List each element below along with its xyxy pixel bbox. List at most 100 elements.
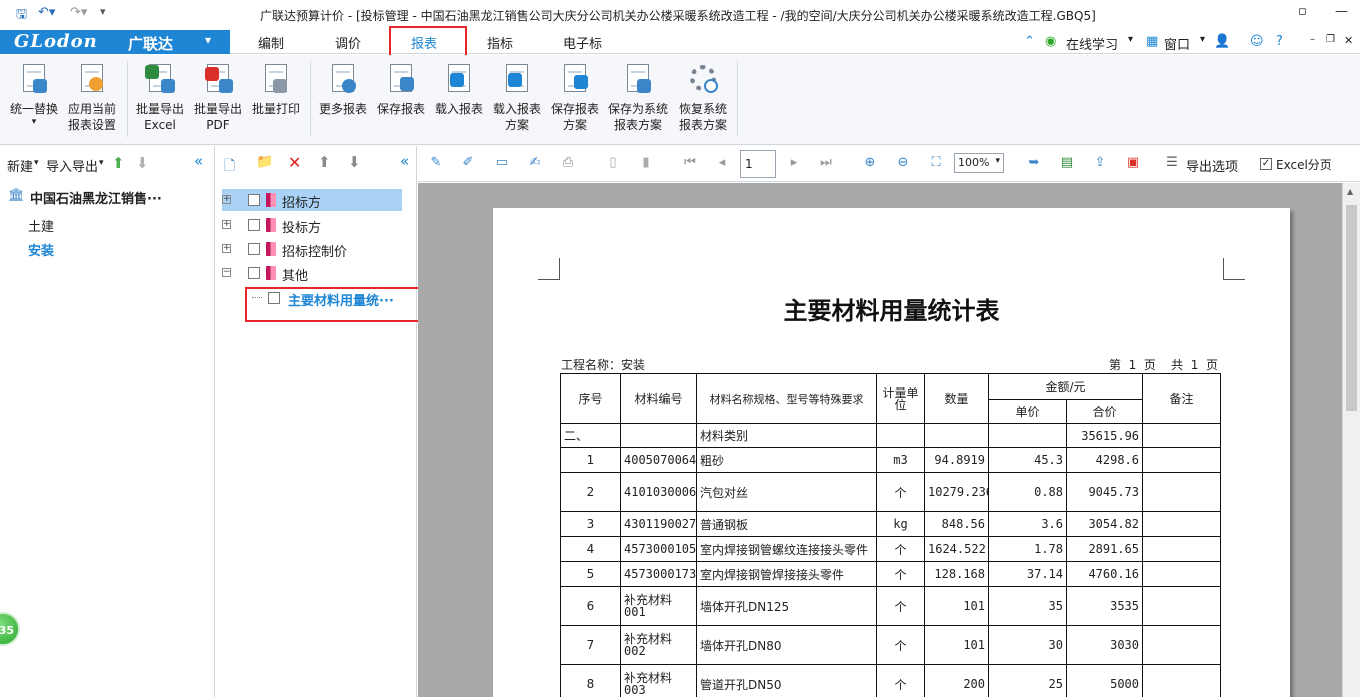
save-report-scheme-button[interactable]: 保存报表 方案 — [545, 63, 605, 133]
node-label: 其他 — [282, 269, 309, 284]
checkbox[interactable] — [248, 267, 260, 279]
ribbon-restore-icon[interactable]: ❐ — [1326, 34, 1335, 45]
restore-system-scheme-button[interactable]: 恢复系统 报表方案 — [673, 63, 733, 133]
move-down-icon[interactable]: ⬇ — [348, 153, 361, 171]
save-report-button[interactable]: 保存报表 — [371, 63, 431, 117]
move-up-icon[interactable]: ⬆ — [318, 153, 331, 171]
first-page-icon[interactable]: ⏮ — [682, 155, 698, 171]
table-cell: 个 — [876, 472, 925, 512]
batch-export-excel-button[interactable]: 批量导出 Excel — [130, 63, 190, 133]
new-folder-icon[interactable]: 📁 — [256, 154, 273, 170]
vertical-scrollbar[interactable]: ▲ — [1342, 183, 1360, 697]
next-page-icon[interactable]: ▸ — [786, 155, 802, 171]
window-menu[interactable]: 窗口 — [1164, 34, 1190, 53]
load-report-scheme-button[interactable]: 载入报表 方案 — [487, 63, 547, 133]
new-button[interactable]: 新建 — [7, 156, 33, 175]
button-label: 保存为系统 — [607, 102, 668, 116]
edit-report-icon[interactable]: ✎ — [428, 155, 444, 171]
collapse-icon[interactable]: − — [222, 268, 231, 277]
apply-current-report-settings-button[interactable]: 应用当前 报表设置 — [62, 63, 122, 133]
assistant-icon[interactable]: ☺ — [1250, 34, 1264, 49]
customize-quick-access-icon[interactable]: ▾ — [100, 5, 106, 18]
page-setup-icon[interactable]: ▭ — [494, 155, 510, 171]
table-cell: 4298.6 — [1065, 447, 1144, 473]
delete-icon[interactable]: ✕ — [288, 153, 301, 172]
collapse-ribbon-icon[interactable]: ⌃ — [1024, 34, 1035, 49]
scroll-up-icon[interactable]: ▲ — [1347, 187, 1353, 196]
help-button[interactable]: ? — [1276, 34, 1283, 49]
move-down-icon[interactable]: ⬇ — [136, 154, 149, 172]
app-menu-button[interactable]: GLodon 广联达 ▾ — [0, 30, 230, 54]
checkbox[interactable] — [248, 194, 260, 206]
design-icon[interactable]: ✐ — [460, 155, 476, 171]
export-excel-icon[interactable]: ▤ — [1059, 155, 1075, 171]
scrollbar-thumb[interactable] — [1346, 205, 1357, 411]
load-report-button[interactable]: 载入报表 — [429, 63, 489, 117]
new-report-icon[interactable]: 🗋 — [224, 155, 235, 179]
online-learning-menu[interactable]: 在线学习 — [1066, 34, 1118, 53]
export-options-button[interactable]: 导出选项 — [1186, 156, 1238, 175]
multi-page-icon[interactable]: ▮ — [638, 155, 654, 171]
table-cell: 128.168 — [924, 561, 989, 587]
save-as-system-scheme-button[interactable]: 保存为系统 报表方案 — [603, 63, 673, 133]
user-icon[interactable]: 👤 — [1214, 34, 1230, 49]
zoom-select[interactable]: 100% ▾ — [954, 153, 1004, 173]
tab-tiaojia[interactable]: 调价 — [335, 33, 361, 52]
export-report-icon[interactable]: ⇪ — [1092, 155, 1108, 171]
tree-node-toubiaofang[interactable]: + 投标方 — [222, 214, 402, 236]
tree-node-zhaobiaofang[interactable]: + 招标方 — [222, 189, 402, 211]
table-row: 3 4301190027 普通钢板 kg 848.56 3.6 3054.82 — [560, 511, 1222, 537]
export-pdf-icon[interactable]: ▣ — [1125, 155, 1141, 171]
move-up-icon[interactable]: ⬆ — [112, 154, 125, 172]
page-number-input[interactable]: 1 — [740, 150, 776, 178]
tab-bianzhi[interactable]: 编制 — [258, 33, 284, 52]
previous-page-icon[interactable]: ◂ — [714, 155, 730, 171]
table-cell: 4573000173 — [620, 561, 697, 587]
zoom-in-icon[interactable]: ⊕ — [862, 155, 878, 171]
edit-content-icon[interactable]: ✍ — [527, 155, 543, 171]
batch-print-button[interactable]: 批量打印 — [246, 63, 306, 117]
checkbox[interactable] — [248, 219, 260, 231]
last-page-icon[interactable]: ⏭ — [818, 155, 834, 171]
collapse-panel-icon[interactable]: « — [194, 152, 203, 170]
expand-icon[interactable]: + — [222, 195, 231, 204]
report-book-icon — [266, 193, 276, 207]
tab-dianzibiao[interactable]: 电子标 — [563, 33, 602, 52]
more-reports-button[interactable]: 更多报表 — [313, 63, 373, 117]
close-document-button[interactable]: ✕ — [1344, 34, 1353, 47]
table-cell: 二、 — [560, 423, 621, 448]
project-root-node[interactable]: 中国石油黑龙江销售··· — [30, 188, 162, 207]
restore-window-button[interactable]: ▫ — [1298, 4, 1307, 19]
import-export-button[interactable]: 导入导出 — [46, 156, 98, 175]
unify-replace-button[interactable]: 统一替换 ▾ — [4, 63, 64, 127]
replace-icon — [19, 63, 49, 95]
project-node-tujian[interactable]: 土建 — [28, 216, 54, 235]
table-cell — [1142, 423, 1222, 448]
zoom-out-icon[interactable]: ⊖ — [895, 155, 911, 171]
export-icon[interactable]: ➥ — [1026, 155, 1042, 171]
batch-export-pdf-button[interactable]: 批量导出 PDF — [188, 63, 248, 133]
single-page-icon[interactable]: ▯ — [605, 155, 621, 171]
project-node-anzhuang[interactable]: 安装 — [28, 240, 54, 259]
table-cell: 200 — [924, 664, 989, 697]
checkbox[interactable] — [248, 243, 260, 255]
ribbon-minimize-icon[interactable]: – — [1310, 34, 1315, 45]
tree-node-zhaobiao-kongzhijia[interactable]: + 招标控制价 — [222, 238, 402, 260]
excel-paging-checkbox[interactable]: ✓ — [1260, 158, 1272, 170]
redo-icon[interactable]: ↷▾ — [70, 5, 87, 20]
expand-icon[interactable]: + — [222, 220, 231, 229]
table-cell: 8 — [560, 664, 621, 697]
expand-icon[interactable]: + — [222, 244, 231, 253]
more-reports-icon — [328, 63, 358, 95]
fit-page-icon[interactable]: ⛶ — [928, 155, 944, 171]
minimize-window-button[interactable]: — — [1335, 4, 1348, 19]
table-row: 二、 材料类别 35615.96 — [560, 423, 1222, 448]
table-cell: 2 — [560, 472, 621, 512]
page-info: 第 1 页 共 1 页 — [1108, 358, 1218, 372]
printer-icon[interactable]: ⎙ — [560, 155, 576, 171]
tree-node-qita[interactable]: − 其他 — [222, 262, 402, 284]
save-icon[interactable]: 🖫 — [16, 5, 27, 27]
undo-icon[interactable]: ↶▾ — [38, 5, 55, 20]
tab-zhibiao[interactable]: 指标 — [487, 33, 513, 52]
collapse-panel-icon[interactable]: « — [400, 152, 409, 170]
